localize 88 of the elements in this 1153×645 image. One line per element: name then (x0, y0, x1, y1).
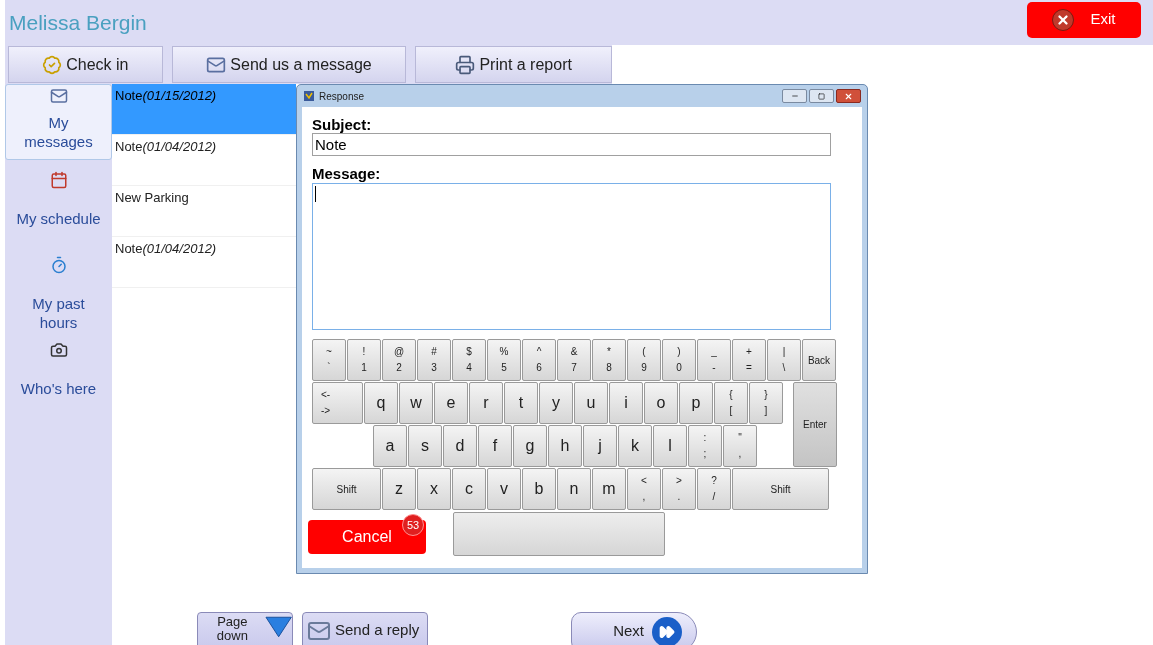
shift-key[interactable]: Shift (312, 468, 381, 510)
keyboard-key[interactable]: <- -> (312, 382, 363, 424)
keyboard-key[interactable]: t (504, 382, 538, 424)
page-down-button[interactable]: Page down (197, 612, 293, 645)
keyboard-key[interactable]: * 8 (592, 339, 626, 381)
keyboard-key[interactable]: w (399, 382, 433, 424)
keyboard-key[interactable]: n (557, 468, 591, 510)
camera-icon (49, 341, 68, 359)
keyboard-key[interactable]: < , (627, 468, 661, 510)
message-item[interactable]: Note(01/15/2012) (112, 84, 296, 135)
send-reply-button[interactable]: Send a reply (302, 612, 428, 645)
enter-key[interactable]: Enter (793, 382, 837, 467)
shift-key[interactable]: Shift (732, 468, 829, 510)
keyboard-key[interactable]: # 3 (417, 339, 451, 381)
minimize-button[interactable] (782, 89, 807, 103)
keyboard-key[interactable]: k (618, 425, 652, 467)
keyboard-key[interactable]: ^ 6 (522, 339, 556, 381)
sidebar-item[interactable]: Who's here (5, 330, 112, 415)
keyboard-key[interactable]: ~ ` (312, 339, 346, 381)
count-badge: 53 (402, 514, 424, 536)
subject-field[interactable]: Note (312, 133, 831, 156)
keyboard-key[interactable]: " , (723, 425, 757, 467)
keyboard-key[interactable]: : ; (688, 425, 722, 467)
maximize-icon (818, 92, 825, 100)
keyboard-key[interactable]: _ - (697, 339, 731, 381)
toolbar-button[interactable]: Send us a message (171, 46, 407, 83)
keyboard-key[interactable]: f (478, 425, 512, 467)
sidebar-item[interactable]: My messages (5, 84, 112, 160)
subject-label: Subject: (312, 117, 373, 133)
keyboard-key[interactable]: z (382, 468, 416, 510)
close-icon (844, 91, 853, 101)
close-icon (1052, 8, 1075, 31)
keyboard-key[interactable]: a (373, 425, 407, 467)
close-button[interactable] (836, 89, 861, 103)
keyboard-key[interactable]: | \ (767, 339, 801, 381)
keyboard-key[interactable]: g (513, 425, 547, 467)
keyboard-key[interactable]: i (609, 382, 643, 424)
keyboard-key[interactable]: ? / (697, 468, 731, 510)
exit-button[interactable]: Exit (1027, 1, 1141, 38)
keyboard-key[interactable]: + = (732, 339, 766, 381)
message-field[interactable] (312, 183, 831, 330)
keyboard-key[interactable]: @ 2 (382, 339, 416, 381)
printer-icon (455, 54, 476, 75)
keyboard-key[interactable]: p (679, 382, 713, 424)
keyboard-key[interactable]: } ] (749, 382, 783, 424)
keyboard-key[interactable]: e (434, 382, 468, 424)
stopwatch-icon (49, 256, 68, 274)
keyboard-key[interactable]: ! 1 (347, 339, 381, 381)
keyboard-key[interactable]: & 7 (557, 339, 591, 381)
keyboard-key[interactable]: ( 9 (627, 339, 661, 381)
keyboard-key[interactable]: b (522, 468, 556, 510)
badge-check-icon (42, 54, 63, 75)
toolbar-button[interactable]: Print a report (415, 46, 612, 83)
envelope-icon (307, 619, 331, 643)
toolbar-button[interactable]: Check in (8, 46, 163, 83)
keyboard-key[interactable]: d (443, 425, 477, 467)
keyboard-key[interactable]: v (487, 468, 521, 510)
keyboard-key[interactable]: > . (662, 468, 696, 510)
backspace-key[interactable]: Back (802, 339, 836, 381)
keyboard-key[interactable]: h (548, 425, 582, 467)
sidebar-item[interactable]: My past hours (5, 245, 112, 330)
triangle-down-icon (264, 615, 292, 639)
space-key[interactable] (453, 512, 665, 556)
message-label: Message: (312, 166, 382, 182)
next-button[interactable]: Next (571, 612, 697, 645)
keyboard-key[interactable]: o (644, 382, 678, 424)
keyboard-key[interactable]: % 5 (487, 339, 521, 381)
keyboard-key[interactable]: ) 0 (662, 339, 696, 381)
keyboard-key[interactable]: c (452, 468, 486, 510)
keyboard-key[interactable]: m (592, 468, 626, 510)
keyboard-key[interactable]: j (583, 425, 617, 467)
keyboard-key[interactable]: q (364, 382, 398, 424)
keyboard-key[interactable]: x (417, 468, 451, 510)
sidebar-item[interactable]: My schedule (5, 160, 112, 245)
keyboard-key[interactable]: u (574, 382, 608, 424)
keyboard-key[interactable]: l (653, 425, 687, 467)
app-icon (303, 90, 315, 102)
user-name: Melissa Bergin (9, 9, 147, 36)
minimize-icon (790, 92, 799, 100)
dialog-title: Response (319, 89, 365, 104)
keyboard-key[interactable]: y (539, 382, 573, 424)
fast-forward-icon (652, 617, 682, 645)
calendar-icon (49, 171, 68, 189)
envelope-icon (49, 87, 68, 105)
keyboard-key[interactable]: $ 4 (452, 339, 486, 381)
keyboard-key[interactable]: { [ (714, 382, 748, 424)
keyboard-key[interactable]: s (408, 425, 442, 467)
keyboard-key[interactable]: r (469, 382, 503, 424)
